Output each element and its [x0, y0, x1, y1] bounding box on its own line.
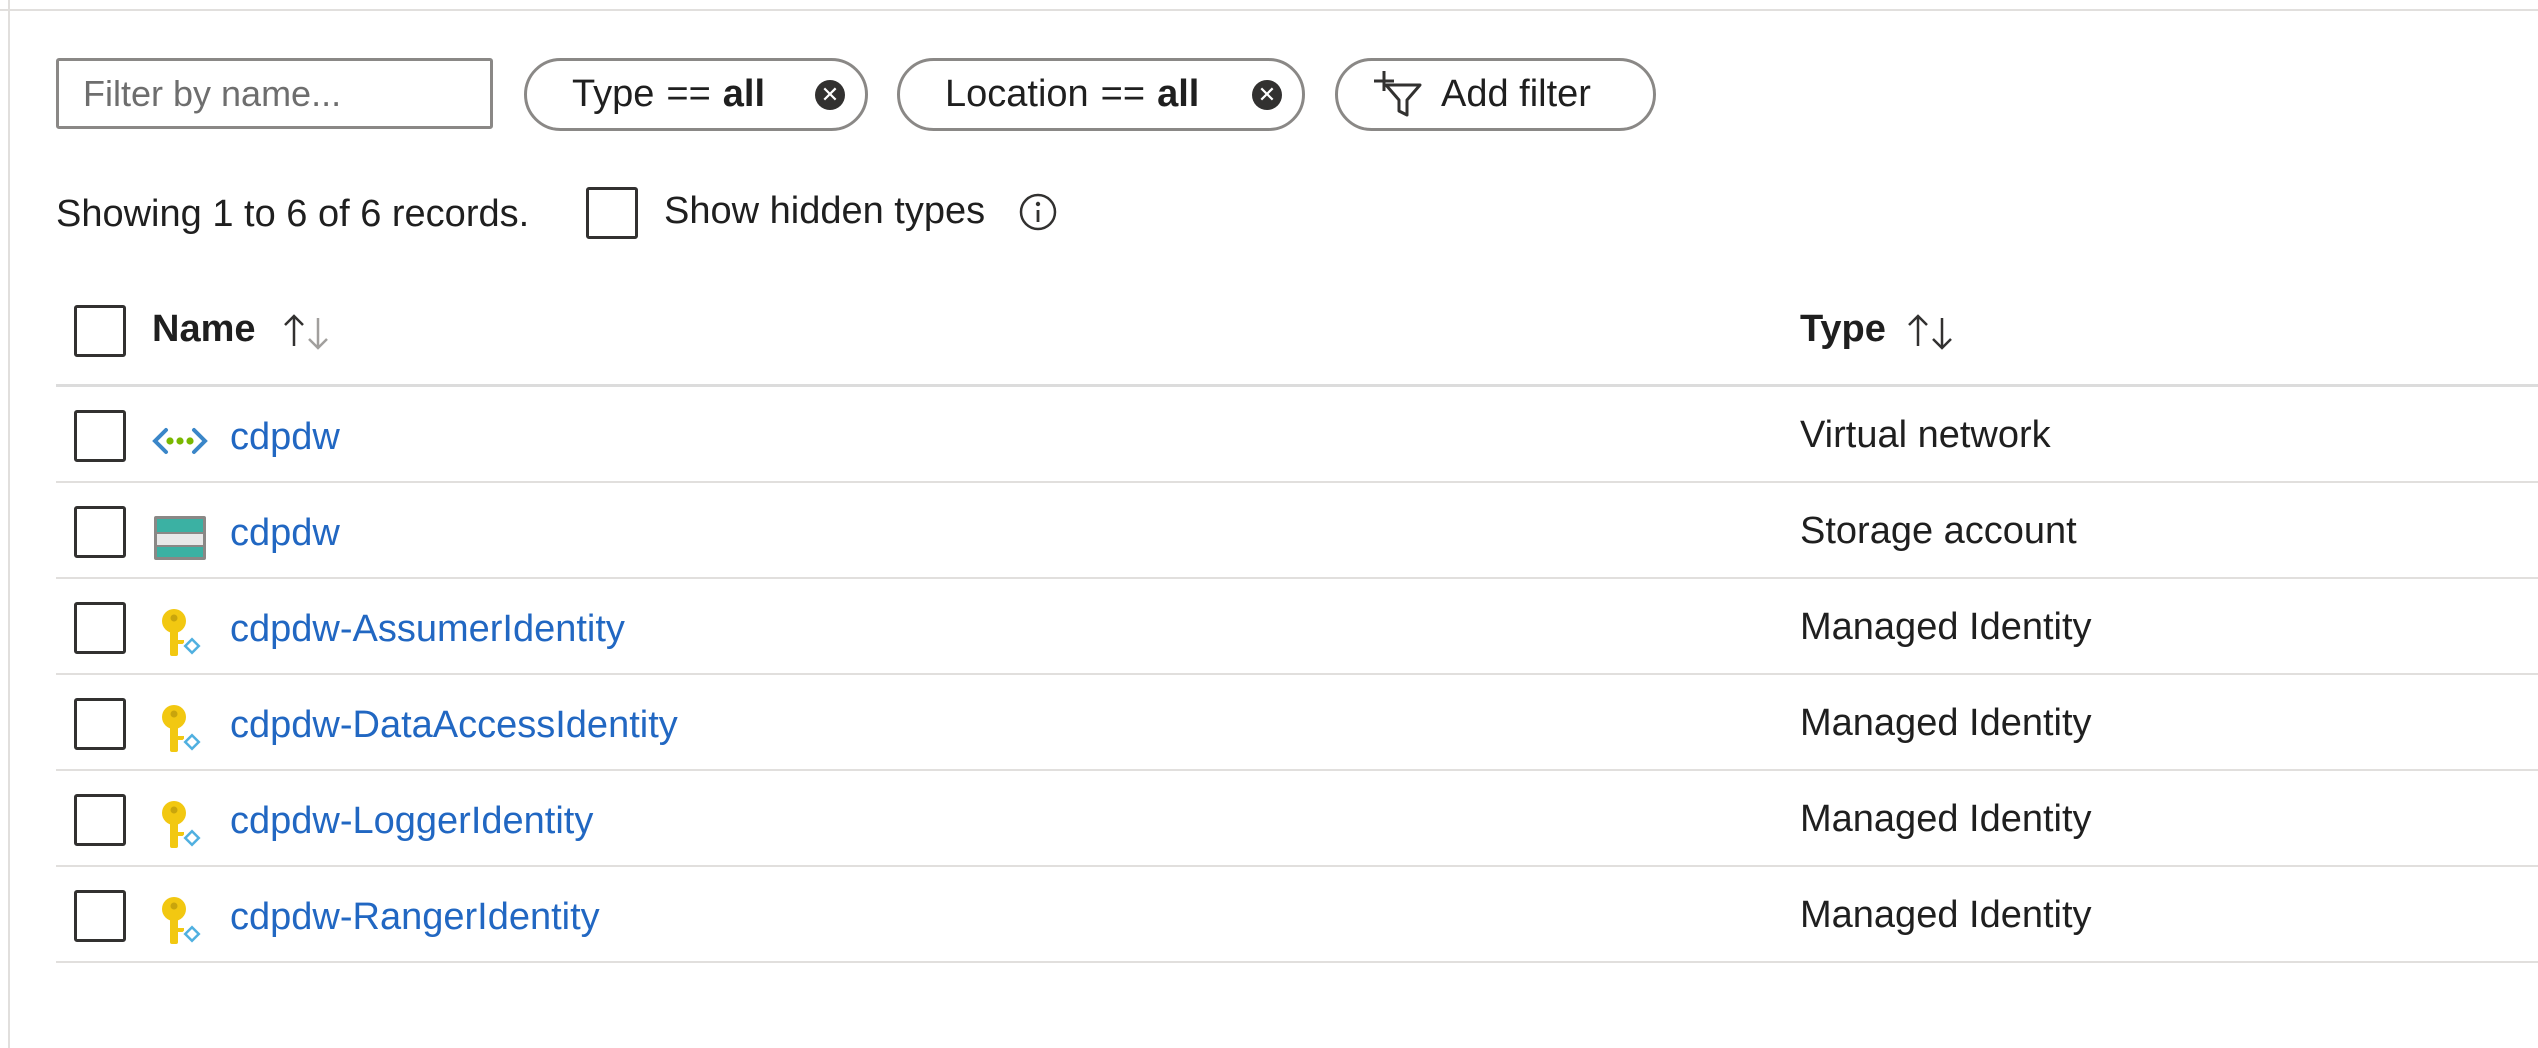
managed-identity-icon: [162, 897, 204, 946]
show-hidden-types-label: Show hidden types: [664, 190, 986, 232]
resource-type: Managed Identity: [1800, 702, 2092, 744]
top-border: [0, 0, 2538, 11]
add-filter-icon: [1374, 71, 1422, 117]
managed-identity-icon: [162, 705, 204, 754]
row-checkbox[interactable]: [74, 890, 126, 942]
row-checkbox[interactable]: [74, 410, 126, 462]
resource-name-link[interactable]: cdpdw: [230, 512, 340, 555]
clear-location-filter-icon[interactable]: ✕: [1252, 80, 1282, 110]
location-filter-value: all: [1157, 73, 1200, 115]
show-hidden-types-checkbox[interactable]: [586, 187, 638, 239]
column-header-name[interactable]: Name: [152, 308, 256, 351]
table-row[interactable]: cdpdw Storage account: [0, 482, 2538, 578]
row-checkbox[interactable]: [74, 698, 126, 750]
sort-up-down-icon[interactable]: [1904, 310, 1960, 354]
resource-name-link[interactable]: cdpdw-DataAccessIdentity: [230, 704, 678, 747]
row-divider: [56, 961, 2538, 963]
location-filter-pill[interactable]: Location == all ✕: [897, 58, 1305, 131]
resource-name-link[interactable]: cdpdw-RangerIdentity: [230, 896, 600, 939]
storage-account-icon: [154, 516, 206, 560]
records-summary: Showing 1 to 6 of 6 records.: [56, 193, 530, 235]
location-filter-operator: ==: [1100, 73, 1146, 115]
type-filter-key: Type: [572, 73, 655, 115]
resource-name-link[interactable]: cdpdw: [230, 416, 340, 459]
virtual-network-icon: [152, 428, 208, 454]
select-all-checkbox[interactable]: [74, 305, 126, 357]
resource-type: Virtual network: [1800, 414, 2051, 456]
row-checkbox[interactable]: [74, 506, 126, 558]
column-header-type[interactable]: Type: [1800, 308, 1886, 351]
filter-by-name-input[interactable]: [56, 58, 493, 129]
resource-type: Managed Identity: [1800, 894, 2092, 936]
table-row[interactable]: cdpdw Virtual network: [0, 386, 2538, 482]
type-filter-value: all: [722, 73, 766, 115]
info-icon[interactable]: [1018, 192, 1058, 232]
clear-type-filter-icon[interactable]: ✕: [815, 80, 845, 110]
location-filter-key: Location: [945, 73, 1089, 115]
add-filter-label: Add filter: [1441, 73, 1591, 115]
resource-type: Managed Identity: [1800, 606, 2092, 648]
managed-identity-icon: [162, 609, 204, 658]
resource-name-link[interactable]: cdpdw-AssumerIdentity: [230, 608, 625, 651]
table-row[interactable]: cdpdw-LoggerIdentity Managed Identity: [0, 770, 2538, 866]
table-row[interactable]: cdpdw-AssumerIdentity Managed Identity: [0, 578, 2538, 674]
row-checkbox[interactable]: [74, 794, 126, 846]
managed-identity-icon: [162, 801, 204, 850]
resource-name-link[interactable]: cdpdw-LoggerIdentity: [230, 800, 593, 843]
sort-up-down-icon[interactable]: [280, 310, 336, 354]
table-row[interactable]: cdpdw-RangerIdentity Managed Identity: [0, 866, 2538, 962]
resource-type: Managed Identity: [1800, 798, 2092, 840]
resource-type: Storage account: [1800, 510, 2077, 552]
row-checkbox[interactable]: [74, 602, 126, 654]
type-filter-operator: ==: [666, 73, 711, 115]
table-row[interactable]: cdpdw-DataAccessIdentity Managed Identit…: [0, 674, 2538, 770]
add-filter-button[interactable]: Add filter: [1335, 58, 1656, 131]
type-filter-pill[interactable]: Type == all ✕: [524, 58, 868, 131]
